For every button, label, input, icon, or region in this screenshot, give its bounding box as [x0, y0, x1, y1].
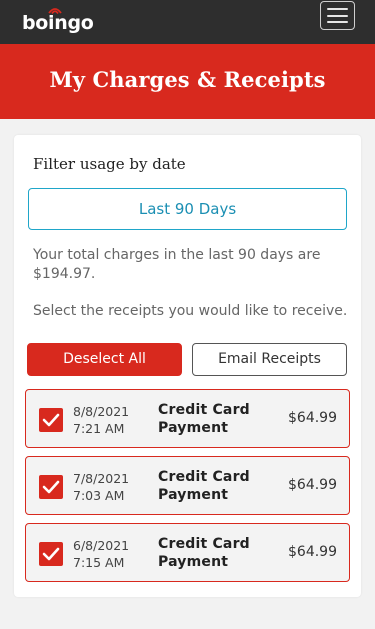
total-charges-text: Your total charges in the last 90 days a…	[33, 247, 321, 282]
receipt-time: 7:21 AM	[73, 421, 125, 436]
logo-text: boingo	[22, 12, 94, 34]
charges-card: Filter usage by date Last 90 Days Your t…	[14, 135, 361, 597]
receipt-item[interactable]: 6/8/2021 7:15 AM Credit Card Payment $64…	[25, 523, 350, 582]
receipt-datetime: 6/8/2021 7:15 AM	[73, 537, 129, 571]
receipt-checkbox[interactable]	[39, 542, 63, 566]
email-receipts-button[interactable]: Email Receipts	[192, 343, 347, 376]
receipt-type-line1: Credit Card	[158, 469, 250, 485]
boingo-logo[interactable]: boingo	[22, 6, 94, 38]
receipt-type: Credit Card Payment	[158, 468, 250, 504]
receipt-checkbox[interactable]	[39, 475, 63, 499]
receipt-type-line2: Payment	[158, 420, 229, 436]
date-range-select[interactable]: Last 90 Days	[28, 188, 347, 230]
receipt-time: 7:03 AM	[73, 488, 125, 503]
receipt-item[interactable]: 7/8/2021 7:03 AM Credit Card Payment $64…	[25, 456, 350, 515]
receipt-datetime: 8/8/2021 7:21 AM	[73, 403, 129, 437]
checkmark-icon	[42, 547, 60, 561]
receipt-item[interactable]: 8/8/2021 7:21 AM Credit Card Payment $64…	[25, 389, 350, 448]
select-receipts-text: Select the receipts you would like to re…	[33, 303, 348, 319]
checkmark-icon	[42, 480, 60, 494]
receipt-type-line1: Credit Card	[158, 402, 250, 418]
receipt-amount: $64.99	[288, 410, 337, 426]
hamburger-menu-button[interactable]	[320, 1, 355, 30]
checkmark-icon	[42, 413, 60, 427]
receipt-amount: $64.99	[288, 544, 337, 560]
receipt-date: 7/8/2021	[73, 471, 130, 486]
receipt-type: Credit Card Payment	[158, 401, 250, 437]
receipt-type-line2: Payment	[158, 554, 229, 570]
receipt-amount: $64.99	[288, 477, 337, 493]
page-title: My Charges & Receipts	[49, 67, 326, 92]
deselect-all-button[interactable]: Deselect All	[27, 343, 182, 376]
filter-title: Filter usage by date	[33, 155, 186, 173]
page-banner: My Charges & Receipts	[0, 44, 375, 119]
menu-bar-icon	[327, 8, 348, 10]
top-navigation-bar: boingo	[0, 0, 375, 44]
menu-bar-icon	[327, 21, 348, 23]
menu-bar-icon	[327, 14, 348, 17]
receipt-date: 8/8/2021	[73, 404, 130, 419]
receipt-type: Credit Card Payment	[158, 535, 250, 571]
receipt-datetime: 7/8/2021 7:03 AM	[73, 470, 129, 504]
receipt-type-line2: Payment	[158, 487, 229, 503]
receipt-date: 6/8/2021	[73, 538, 130, 553]
receipt-type-line1: Credit Card	[158, 536, 250, 552]
receipt-time: 7:15 AM	[73, 555, 125, 570]
receipt-checkbox[interactable]	[39, 408, 63, 432]
